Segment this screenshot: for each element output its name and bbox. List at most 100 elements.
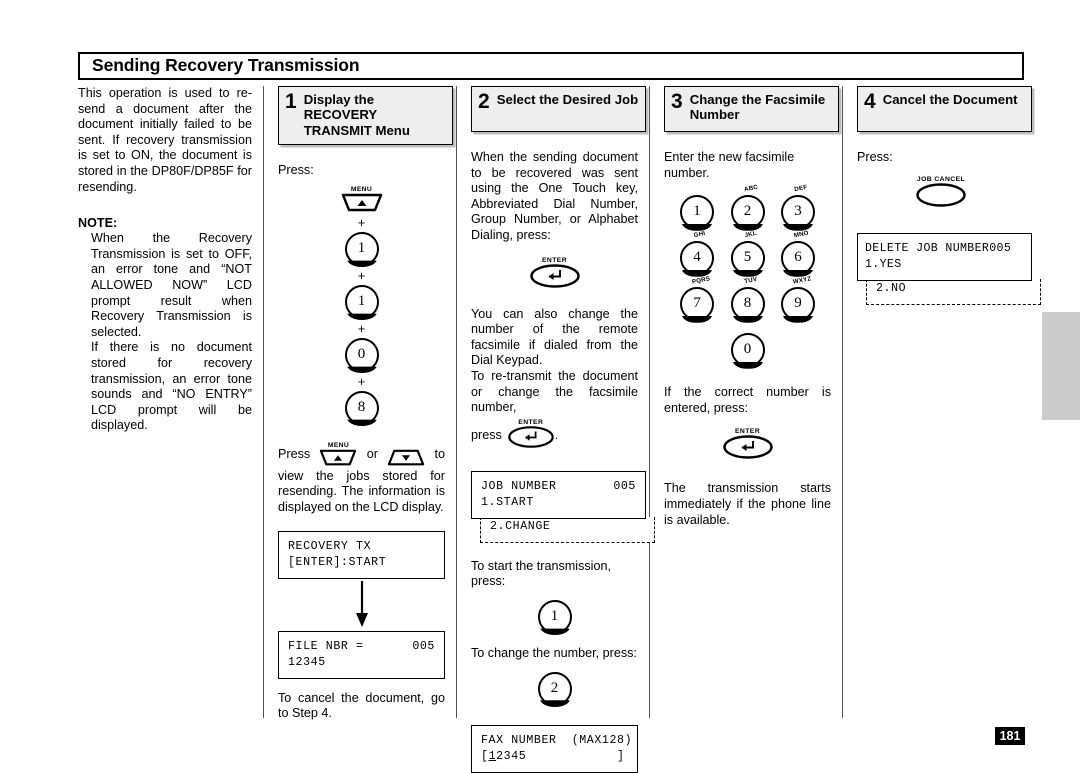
keypad-key-1[interactable]: 1 xyxy=(680,195,714,231)
lcd-cursor-char: 1 xyxy=(488,750,497,763)
keypad-letters: WXYZ xyxy=(792,275,812,286)
lcd-line-2: 1.YES xyxy=(865,258,902,272)
keypad-key-9[interactable]: WXYZ 9 xyxy=(781,275,815,323)
lcd-line-1-left: FILE NBR = xyxy=(288,639,364,653)
lcd-recovery-tx: RECOVERY TX [ENTER]:START xyxy=(278,530,445,579)
dial-keypad: 1 ABC 2 DEF 3 GHI 4 JKL 5 MNO 6 PQRS 7 T… xyxy=(680,184,815,369)
keypad-digit: 6 xyxy=(794,249,802,266)
enter-key[interactable]: ENTER xyxy=(529,257,581,294)
step-4-column: 4 Cancel the Document Press: JOB CANCEL … xyxy=(843,86,1041,718)
keypad-row-4: 0 xyxy=(680,333,815,369)
keypad-digit: 5 xyxy=(743,249,752,266)
keypad-key-0[interactable]: 0 xyxy=(730,333,765,369)
key-change-2[interactable]: 2 xyxy=(537,671,572,707)
keypad-row-3: PQRS 7 TUV 8 WXYZ 9 xyxy=(680,275,815,323)
lcd-line-1: DELETE JOB NUMBER005 xyxy=(865,241,1012,255)
lcd-fax-number: FAX NUMBER (MAX128) [12345 ] xyxy=(471,724,638,773)
to-word: to xyxy=(434,446,445,461)
menu-up-icon xyxy=(320,449,357,466)
keypad-digit: 4 xyxy=(693,249,701,266)
step-1-key-sequence: MENU + 1 + 1 + 0 + 8 xyxy=(278,186,445,427)
step-1-column: 1 Display the RECOVERY TRANSMIT Menu Pre… xyxy=(264,86,457,720)
key-1-b[interactable]: 1 xyxy=(344,284,379,321)
page-number-badge: 181 xyxy=(995,727,1025,745)
keypad-key-4[interactable]: GHI 4 xyxy=(680,230,714,277)
or-word: or xyxy=(366,446,378,461)
keypad-key-5[interactable]: JKL 5 xyxy=(730,230,765,277)
lcd-job-number-overflow: 2.CHANGE xyxy=(480,517,655,543)
job-cancel-icon xyxy=(916,182,966,207)
keypad-digit: 7 xyxy=(693,295,701,312)
key-label: 1 xyxy=(357,292,366,309)
key-label: 1 xyxy=(550,607,559,624)
step-2-enter-key-block: ENTER xyxy=(471,257,638,294)
lcd-delete-job: DELETE JOB NUMBER005 1.YES xyxy=(857,232,1032,281)
lcd-line-1-right: 005 xyxy=(412,639,435,653)
key-label: 1 xyxy=(357,239,366,256)
key-start-1[interactable]: 1 xyxy=(537,599,572,636)
press-word: Press xyxy=(278,446,311,461)
key-label: 8 xyxy=(357,398,366,415)
lcd-line-2: 12345 xyxy=(288,656,326,670)
menu-up-key[interactable]: MENU xyxy=(339,186,385,213)
keypad-letters: MNO xyxy=(793,229,810,240)
step-2-paragraph-5: To start the transmission, press: xyxy=(471,558,611,589)
note-paragraph-2: If there is no document stored for recov… xyxy=(91,340,252,433)
step-4-job-cancel-block: JOB CANCEL xyxy=(857,176,1025,213)
step-2-key-change-block: 2 xyxy=(471,671,638,707)
step-3-column: 3 Change the Facsimile Number Enter the … xyxy=(650,86,843,718)
lcd-delete-job-overflow: 2.NO xyxy=(866,279,1041,305)
lcd-file-nbr: FILE NBR = 005 12345 xyxy=(278,630,445,679)
step-2-press-enter-line: press ENTER . xyxy=(471,419,638,454)
step-1-footer: To cancel the document, go to Step 4. xyxy=(278,690,445,721)
menu-up-key-inline[interactable]: MENU xyxy=(317,442,359,467)
lcd-line-1-right: 005 xyxy=(613,479,636,493)
step-1-number: 1 xyxy=(285,90,297,113)
job-cancel-key[interactable]: JOB CANCEL xyxy=(915,176,967,213)
step-3-paragraph-1: Enter the new facsimile number. xyxy=(664,150,795,180)
step-2-key-start-block: 1 xyxy=(471,599,638,636)
key-1-a[interactable]: 1 xyxy=(344,231,379,268)
keypad-key-7[interactable]: PQRS 7 xyxy=(680,276,714,323)
menu-up-icon xyxy=(341,193,382,212)
keypad-key-6[interactable]: MNO 6 xyxy=(781,230,815,277)
keypad-key-8[interactable]: TUV 8 xyxy=(730,276,765,323)
key-8[interactable]: 8 xyxy=(344,390,379,427)
step-1-body-text: view the jobs stored for resending. The … xyxy=(278,468,445,514)
key-0[interactable]: 0 xyxy=(344,337,379,374)
keypad-digit: 3 xyxy=(794,203,802,220)
keypad-letters: ABC xyxy=(743,183,759,194)
keypad-digit: 0 xyxy=(743,341,752,358)
intro-paragraph: This operation is used to re-send a docu… xyxy=(78,86,252,194)
step-2-paragraph-1: When the sending document to be recovere… xyxy=(471,150,638,242)
step-3-header: 3 Change the Facsimile Number xyxy=(664,86,839,132)
step-4-header: 4 Cancel the Document xyxy=(857,86,1032,132)
enter-icon xyxy=(529,263,580,288)
key-label: 2 xyxy=(550,679,559,696)
keypad-key-3[interactable]: DEF 3 xyxy=(781,184,815,231)
page-title: Sending Recovery Transmission xyxy=(92,55,360,76)
lcd-delete-job-group: DELETE JOB NUMBER005 1.YES 2.NO xyxy=(857,232,1041,305)
keypad-letters: JKL xyxy=(743,230,757,240)
keypad-letters: PQRS xyxy=(691,275,711,286)
keypad-letters: GHI xyxy=(693,230,706,240)
enter-icon xyxy=(722,435,773,460)
step-4-title: Cancel the Document xyxy=(882,92,1018,107)
step-4-number: 4 xyxy=(864,90,876,113)
intro-column: This operation is used to re-send a docu… xyxy=(78,86,264,718)
keypad-key-2[interactable]: ABC 2 xyxy=(730,184,765,231)
menu-down-key-inline[interactable] xyxy=(385,442,427,467)
lcd-line-1-left: JOB NUMBER xyxy=(481,479,557,493)
step-2-paragraph-6: To change the number, press: xyxy=(471,645,637,660)
step-3-enter-key-block: ENTER xyxy=(664,428,831,465)
enter-key-inline[interactable]: ENTER xyxy=(507,419,555,454)
flow-arrow-down-icon xyxy=(355,580,368,627)
lcd-line-1: RECOVERY TX xyxy=(288,539,372,553)
keypad-digit: 8 xyxy=(743,295,752,312)
plus-sign-3: + xyxy=(357,320,366,336)
lcd-line-2: 1.START xyxy=(481,496,534,510)
press-word: press xyxy=(471,428,502,443)
menu-key-label: MENU xyxy=(327,441,350,449)
chapter-side-tab xyxy=(1042,312,1080,420)
enter-key[interactable]: ENTER xyxy=(722,428,774,465)
